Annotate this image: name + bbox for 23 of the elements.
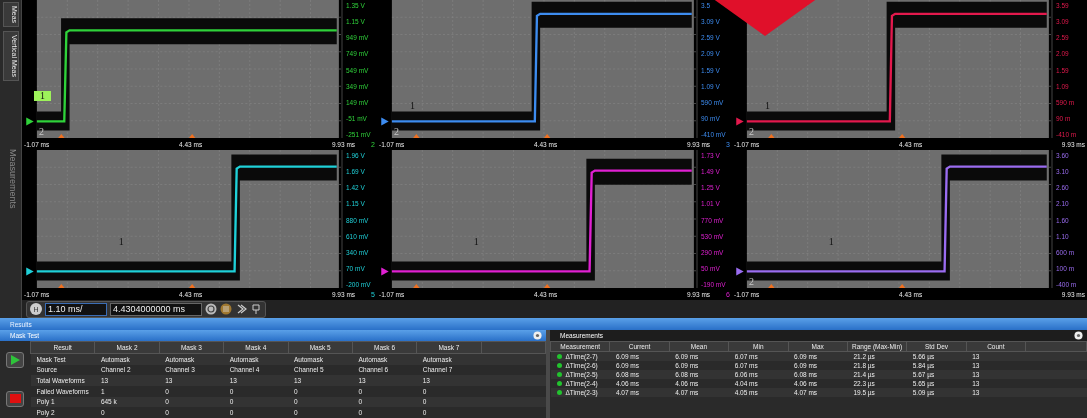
- marker-label: 1: [827, 236, 835, 247]
- marker-label: 2: [393, 127, 400, 137]
- marker-label: 1: [408, 100, 416, 111]
- marker-label: 2: [38, 127, 45, 137]
- marker-label: 2: [748, 277, 755, 287]
- zoom-icon[interactable]: [205, 303, 217, 315]
- run-button[interactable]: [6, 352, 24, 369]
- stop-icon: [9, 394, 21, 404]
- grid-icon[interactable]: [220, 303, 232, 315]
- chevron-icon[interactable]: [235, 303, 247, 315]
- settings-icon[interactable]: [1074, 331, 1083, 340]
- marker-label: 2: [748, 127, 755, 137]
- marker-label: 1: [117, 236, 125, 247]
- marker-label: 1: [34, 91, 51, 102]
- stop-button[interactable]: [6, 390, 24, 407]
- down-arrow-icon: [712, 0, 818, 36]
- marker-label: 1: [763, 100, 771, 111]
- side-tab[interactable]: Measurements: [3, 145, 19, 213]
- pin-icon[interactable]: [250, 303, 262, 315]
- marker-label: 1: [472, 236, 480, 247]
- scale-field[interactable]: 1.10 ms/: [45, 302, 107, 316]
- play-icon: [10, 355, 20, 366]
- position-field[interactable]: 4.4304000000 ms: [110, 302, 202, 316]
